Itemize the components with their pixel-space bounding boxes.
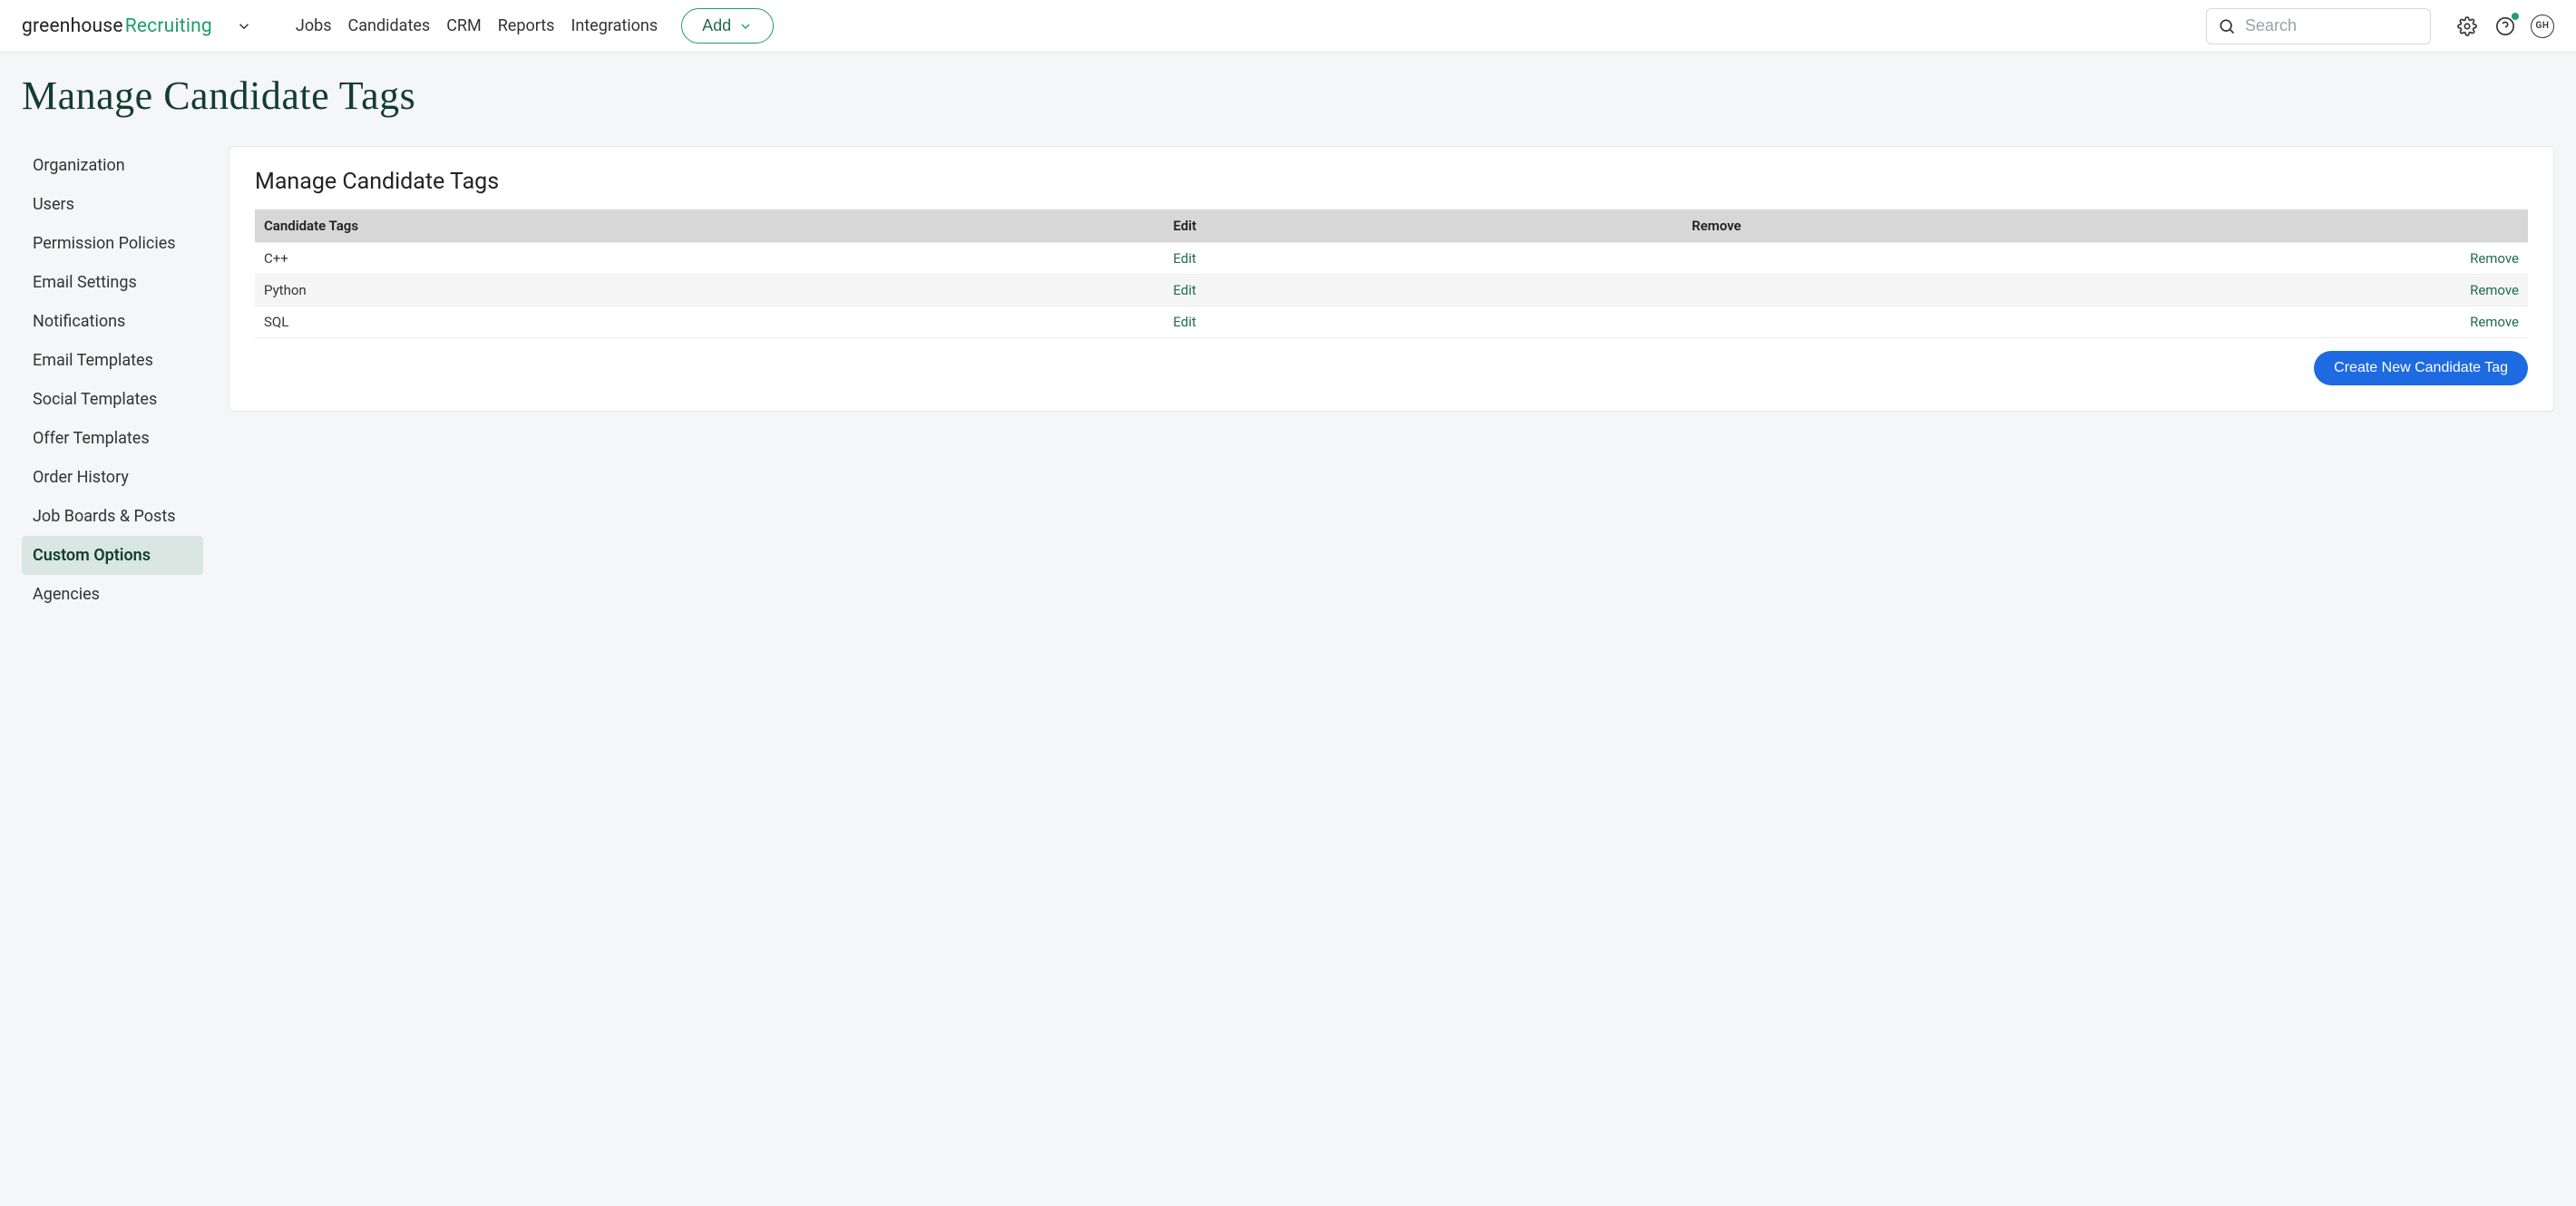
tag-name: SQL	[255, 306, 1164, 338]
sidebar-item-label: Agencies	[33, 585, 100, 604]
sidebar-item-label: Custom Options	[33, 546, 151, 565]
search-input[interactable]	[2245, 16, 2419, 35]
nav-reports[interactable]: Reports	[498, 16, 555, 35]
tag-name: Python	[255, 275, 1164, 306]
search-box[interactable]	[2206, 8, 2431, 44]
sidebar-item-label: Users	[33, 195, 74, 214]
candidate-tags-table: Candidate Tags Edit Remove C++ Edit Remo…	[255, 209, 2528, 338]
sidebar-item-email-settings[interactable]: Email Settings	[22, 263, 203, 302]
sidebar-item-job-boards[interactable]: Job Boards & Posts	[22, 497, 203, 536]
sidebar-item-agencies[interactable]: Agencies	[22, 575, 203, 614]
edit-link[interactable]: Edit	[1173, 314, 1195, 330]
edit-link[interactable]: Edit	[1173, 282, 1195, 298]
column-header-remove: Remove	[1683, 209, 2528, 243]
avatar[interactable]: GH	[2531, 15, 2554, 38]
nav-crm[interactable]: CRM	[446, 16, 482, 35]
sidebar-item-label: Organization	[33, 156, 125, 175]
remove-link[interactable]: Remove	[2470, 282, 2519, 298]
nav-jobs[interactable]: Jobs	[296, 16, 332, 35]
primary-nav: Jobs Candidates CRM Reports Integrations	[296, 16, 658, 35]
remove-link[interactable]: Remove	[2470, 314, 2519, 330]
sidebar-item-organization[interactable]: Organization	[22, 146, 203, 185]
sidebar-item-label: Permission Policies	[33, 234, 176, 253]
sidebar-item-label: Order History	[33, 468, 129, 487]
sidebar-item-notifications[interactable]: Notifications	[22, 302, 203, 341]
tag-name: C++	[255, 243, 1164, 275]
nav-candidates[interactable]: Candidates	[348, 16, 431, 35]
sidebar-item-email-templates[interactable]: Email Templates	[22, 341, 203, 380]
chevron-down-icon[interactable]	[236, 18, 252, 34]
add-button[interactable]: Add	[681, 8, 774, 44]
sidebar-item-offer-templates[interactable]: Offer Templates	[22, 419, 203, 458]
sidebar-item-social-templates[interactable]: Social Templates	[22, 380, 203, 419]
sidebar-item-label: Notifications	[33, 312, 125, 331]
create-new-candidate-tag-button[interactable]: Create New Candidate Tag	[2314, 351, 2528, 385]
brand-word1: greenhouse	[22, 15, 123, 37]
panel-title: Manage Candidate Tags	[255, 169, 2528, 195]
notification-dot-icon	[2512, 13, 2519, 20]
topbar-actions: GH	[2454, 14, 2554, 39]
search-icon	[2218, 17, 2236, 35]
table-row: SQL Edit Remove	[255, 306, 2528, 338]
settings-sidebar: Organization Users Permission Policies E…	[22, 146, 203, 614]
help-icon[interactable]	[2493, 14, 2518, 39]
sidebar-item-label: Social Templates	[33, 390, 157, 409]
table-row: Python Edit Remove	[255, 275, 2528, 306]
candidate-tags-panel: Manage Candidate Tags Candidate Tags Edi…	[229, 146, 2554, 412]
panel-footer: Create New Candidate Tag	[255, 351, 2528, 385]
top-navbar: greenhouse Recruiting Jobs Candidates CR…	[0, 0, 2576, 53]
sidebar-item-label: Email Templates	[33, 351, 153, 370]
sidebar-item-label: Job Boards & Posts	[33, 507, 176, 526]
nav-integrations[interactable]: Integrations	[571, 16, 658, 35]
column-header-name: Candidate Tags	[255, 209, 1164, 243]
gear-icon[interactable]	[2454, 14, 2480, 39]
edit-link[interactable]: Edit	[1173, 250, 1195, 267]
table-row: C++ Edit Remove	[255, 243, 2528, 275]
add-button-label: Add	[702, 16, 731, 35]
sidebar-item-order-history[interactable]: Order History	[22, 458, 203, 497]
remove-link[interactable]: Remove	[2470, 250, 2519, 267]
brand-word2: Recruiting	[125, 15, 212, 37]
content-row: Organization Users Permission Policies E…	[22, 146, 2554, 614]
chevron-down-icon	[738, 19, 753, 34]
page-body: Manage Candidate Tags Organization Users…	[0, 53, 2576, 650]
sidebar-item-label: Offer Templates	[33, 429, 150, 448]
column-header-edit: Edit	[1164, 209, 1683, 243]
brand-logo[interactable]: greenhouse Recruiting	[22, 15, 212, 37]
sidebar-item-custom-options[interactable]: Custom Options	[22, 536, 203, 575]
sidebar-item-label: Email Settings	[33, 273, 137, 292]
sidebar-item-users[interactable]: Users	[22, 185, 203, 224]
page-title: Manage Candidate Tags	[22, 73, 2554, 119]
sidebar-item-permission-policies[interactable]: Permission Policies	[22, 224, 203, 263]
